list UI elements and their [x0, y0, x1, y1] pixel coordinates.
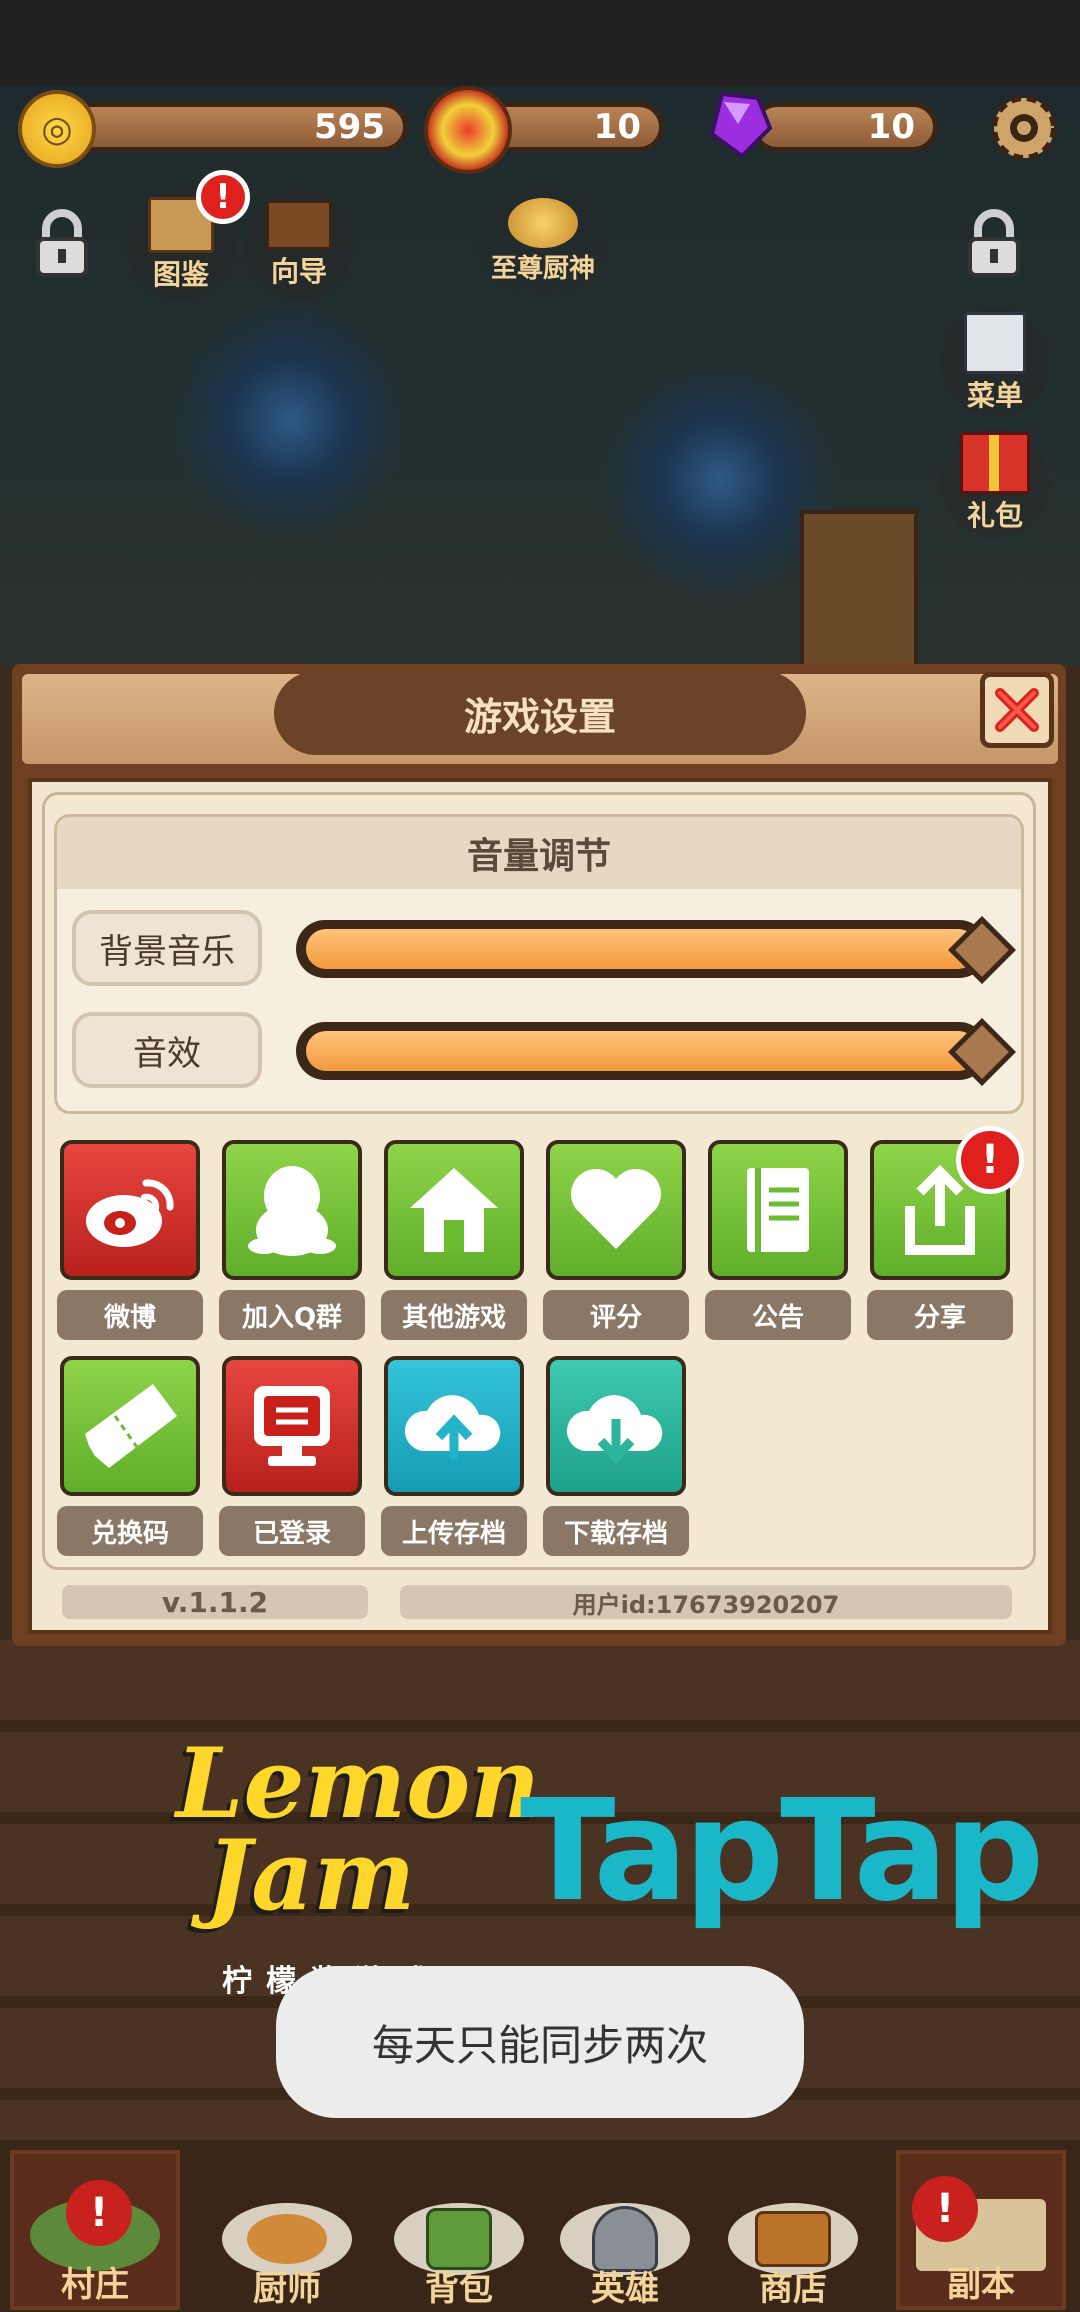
menu-label: 菜单: [966, 379, 1023, 412]
ticket-icon: [85, 1384, 177, 1468]
lock-icon: [968, 209, 1020, 277]
bgm-slider[interactable]: [296, 920, 988, 978]
weibo-label: 微博: [57, 1290, 203, 1340]
menu-scroll-icon: [964, 312, 1026, 374]
settings-gear-icon[interactable]: [984, 88, 1064, 168]
scene-light: [170, 300, 410, 540]
monitor-icon: [254, 1386, 330, 1466]
nav-hero-label: 英雄: [591, 2269, 659, 2309]
dungeon-alert-badge: !: [912, 2176, 978, 2242]
bgm-label: 背景音乐: [72, 910, 262, 986]
share-label: 分享: [867, 1290, 1013, 1340]
encyclopedia-alert-badge: !: [196, 170, 250, 224]
gift-pack-button[interactable]: 礼包: [940, 428, 1050, 538]
logged-in-button[interactable]: [222, 1356, 362, 1496]
weibo-button[interactable]: [60, 1140, 200, 1280]
lemon-jam-logo-line2: Jam: [206, 1819, 416, 1932]
bgm-slider-fill: [306, 929, 978, 969]
gift-pack-label: 礼包: [966, 499, 1023, 532]
guide-label: 向导: [270, 255, 327, 288]
rate-label: 评分: [543, 1290, 689, 1340]
announcement-button[interactable]: [708, 1140, 848, 1280]
nav-backpack[interactable]: 背包: [374, 2150, 544, 2310]
sfx-label: 音效: [72, 1012, 262, 1088]
qq-penguin-icon: [248, 1166, 336, 1256]
medal-icon: [424, 86, 512, 174]
trophy-icon: [508, 197, 578, 248]
other-games-button[interactable]: [384, 1140, 524, 1280]
scene-hut: [800, 510, 918, 668]
sfx-slider[interactable]: [296, 1022, 988, 1080]
join-qq-group-label: 加入Q群: [219, 1290, 365, 1340]
cloud-download-icon: [566, 1395, 663, 1464]
close-icon: [995, 688, 1039, 732]
gem-counter: 10: [752, 102, 938, 152]
guide-button[interactable]: 向导: [244, 190, 354, 300]
status-bar: [0, 0, 1080, 86]
nav-dungeon-label: 副本: [947, 2265, 1015, 2305]
encyclopedia-label: 图鉴: [152, 258, 209, 291]
lemon-jam-logo-line1: Lemon: [176, 1727, 540, 1840]
share-alert-badge: !: [956, 1126, 1024, 1194]
redeem-code-button[interactable]: [60, 1356, 200, 1496]
village-alert-badge: !: [66, 2180, 132, 2246]
join-qq-group-button[interactable]: [222, 1140, 362, 1280]
version-label: v.1.1.2: [62, 1585, 368, 1619]
nav-shop[interactable]: 商店: [708, 2150, 878, 2310]
heart-icon: [571, 1169, 661, 1249]
nav-backpack-label: 背包: [425, 2269, 493, 2309]
notebook-icon: [747, 1168, 809, 1252]
weibo-icon: [86, 1179, 174, 1247]
user-id-label: 用户id:17673920207: [400, 1585, 1012, 1619]
nav-chef-label: 厨师: [253, 2269, 321, 2309]
toast-message: 每天只能同步两次: [276, 1966, 804, 2118]
locked-slot-right[interactable]: [954, 204, 1034, 284]
taptap-logo: TapTap: [520, 1770, 1044, 1933]
nav-shop-label: 商店: [759, 2269, 827, 2309]
gem-icon: [702, 88, 774, 160]
locked-slot-left[interactable]: [22, 204, 102, 284]
home-icon: [410, 1168, 498, 1252]
sfx-slider-fill: [306, 1031, 978, 1071]
supreme-chef-label: 至尊厨神: [490, 253, 595, 284]
nav-chef[interactable]: 厨师: [202, 2150, 372, 2310]
menu-button[interactable]: 菜单: [940, 308, 1050, 418]
other-games-label: 其他游戏: [381, 1290, 527, 1340]
gift-icon: [960, 432, 1030, 494]
supreme-chef-button[interactable]: 至尊厨神: [478, 186, 608, 296]
redeem-code-label: 兑换码: [57, 1506, 203, 1556]
dialog-title: 游戏设置: [274, 671, 806, 755]
rate-button[interactable]: [546, 1140, 686, 1280]
nav-hero[interactable]: 英雄: [540, 2150, 710, 2310]
close-button[interactable]: [980, 672, 1054, 748]
cloud-upload-icon: [404, 1395, 501, 1459]
lemon-jam-logo: Lemon Jam: [176, 1727, 540, 1932]
signpost-icon: [266, 200, 332, 250]
announcement-label: 公告: [705, 1290, 851, 1340]
volume-header: 音量调节: [57, 817, 1021, 889]
nav-village-label: 村庄: [61, 2265, 129, 2305]
download-save-button[interactable]: [546, 1356, 686, 1496]
coin-icon: ◎: [18, 90, 96, 168]
coin-counter: 595: [68, 102, 408, 152]
game-scene: [0, 86, 1080, 666]
lock-icon: [36, 209, 88, 277]
upload-save-label: 上传存档: [381, 1506, 527, 1556]
download-save-label: 下载存档: [543, 1506, 689, 1556]
upload-save-button[interactable]: [384, 1356, 524, 1496]
logged-in-label: 已登录: [219, 1506, 365, 1556]
